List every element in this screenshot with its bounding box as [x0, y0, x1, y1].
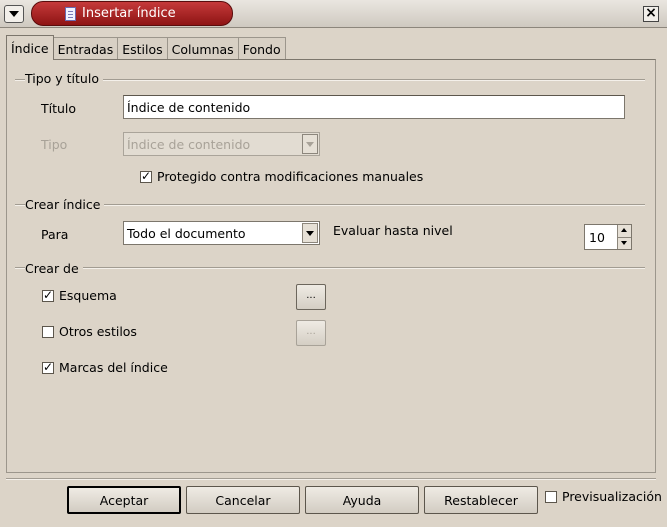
ayuda-button[interactable]: Ayuda: [305, 486, 419, 514]
aceptar-button[interactable]: Aceptar: [67, 486, 181, 514]
section-crear-de: Crear de: [25, 261, 83, 276]
tab-entradas[interactable]: Entradas: [52, 37, 119, 60]
spinner-buttons: [617, 225, 631, 249]
tab-columnas[interactable]: Columnas: [166, 37, 239, 60]
tab-fondo[interactable]: Fondo: [237, 37, 286, 60]
window-title-pill: Insertar índice: [31, 1, 233, 26]
window-title: Insertar índice: [82, 6, 176, 21]
section-divider: [15, 79, 645, 81]
tab-panel: Tipo y título Título Índice de contenido…: [6, 59, 656, 473]
checkbox-icon: [42, 360, 54, 374]
esquema-checkbox[interactable]: Esquema: [42, 288, 117, 303]
titulo-input[interactable]: Índice de contenido: [123, 95, 625, 119]
esquema-options-button[interactable]: ...: [296, 284, 326, 310]
section-divider: [15, 204, 645, 206]
spin-down-icon[interactable]: [618, 237, 631, 249]
button-bar-divider: [6, 478, 656, 480]
evaluar-label: Evaluar hasta nivel: [333, 223, 453, 238]
previsualizacion-checkbox[interactable]: Previsualización: [545, 489, 662, 504]
close-button[interactable]: ×: [643, 6, 659, 22]
title-bar: Insertar índice ×: [0, 0, 667, 28]
tab-bar: Índice Entradas Estilos Columnas Fondo: [6, 35, 286, 60]
para-select-value: Todo el documento: [127, 225, 246, 241]
chevron-down-icon: [9, 11, 19, 17]
checkbox-icon: [545, 490, 557, 503]
section-tipo-titulo: Tipo y título: [25, 71, 103, 86]
cancelar-button[interactable]: Cancelar: [186, 486, 300, 514]
nivel-value: 10: [589, 229, 605, 245]
otros-estilos-checkbox[interactable]: Otros estilos: [42, 324, 137, 339]
spin-up-icon[interactable]: [618, 225, 631, 237]
otros-estilos-label: Otros estilos: [59, 324, 137, 339]
otros-estilos-button[interactable]: ...: [296, 320, 326, 346]
tab-estilos[interactable]: Estilos: [117, 37, 168, 60]
protegido-label: Protegido contra modificaciones manuales: [157, 169, 424, 184]
document-icon: [65, 7, 76, 21]
para-select[interactable]: Todo el documento: [123, 221, 320, 245]
section-crear-indice: Crear índice: [25, 197, 105, 212]
section-divider: [15, 267, 645, 269]
previsualizacion-label: Previsualización: [562, 489, 662, 504]
dropdown-arrow: [302, 223, 318, 243]
esquema-label: Esquema: [59, 288, 117, 303]
nivel-spinner[interactable]: 10: [584, 224, 632, 250]
marcas-checkbox[interactable]: Marcas del índice: [42, 360, 168, 375]
chevron-down-icon: [306, 141, 314, 147]
dropdown-arrow: [302, 134, 318, 154]
para-label: Para: [41, 227, 69, 242]
tab-indice[interactable]: Índice: [6, 35, 54, 60]
window-menu-button[interactable]: [4, 5, 24, 23]
checkbox-icon: [42, 325, 54, 338]
checkbox-icon: [140, 169, 152, 183]
tipo-label: Tipo: [41, 137, 68, 152]
restablecer-button[interactable]: Restablecer: [424, 486, 538, 514]
checkbox-icon: [42, 288, 54, 302]
marcas-label: Marcas del índice: [59, 360, 168, 375]
chevron-down-icon: [306, 230, 314, 236]
tipo-select-value: Índice de contenido: [127, 136, 251, 152]
tipo-select[interactable]: Índice de contenido: [123, 132, 320, 156]
protegido-checkbox[interactable]: Protegido contra modificaciones manuales: [140, 169, 423, 184]
titulo-label: Título: [41, 101, 77, 116]
